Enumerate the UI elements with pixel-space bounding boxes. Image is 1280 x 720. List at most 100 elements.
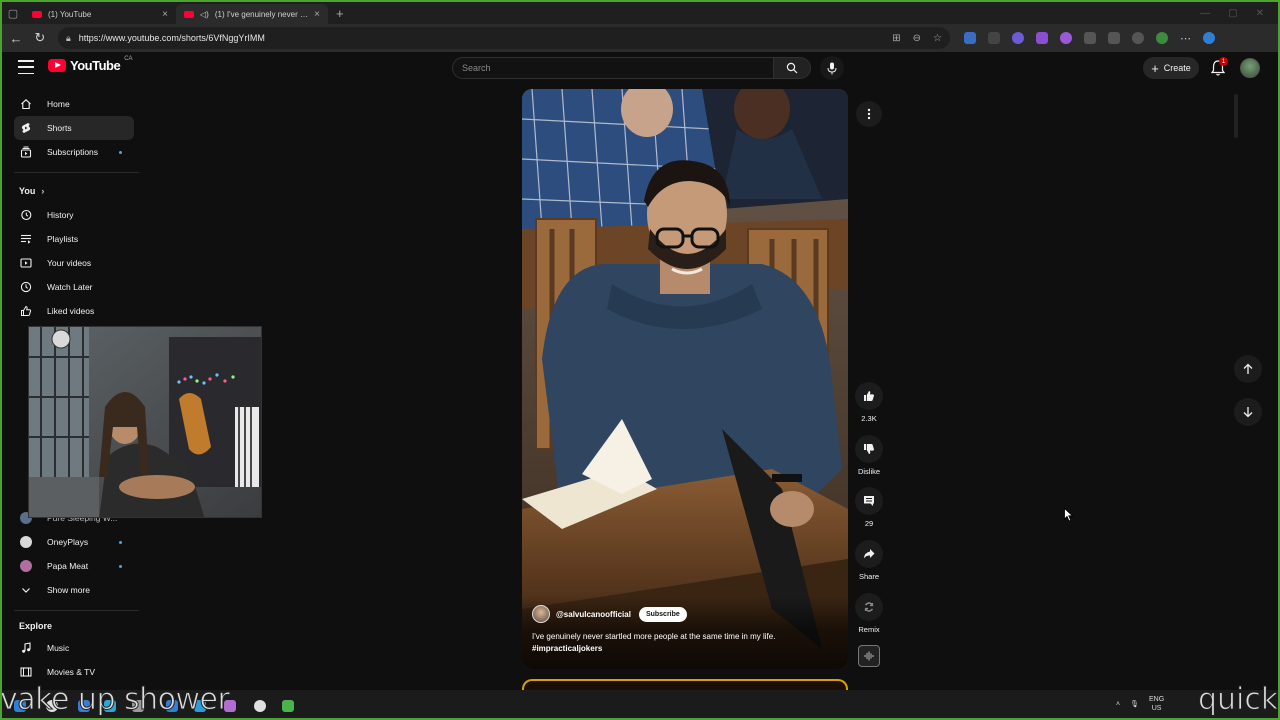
share-button[interactable] [855,540,883,568]
chevron-right-icon: › [41,186,45,196]
history-clock-icon[interactable] [1132,32,1144,44]
webcam-overlay [28,326,262,518]
minimize-icon[interactable]: — [1200,8,1210,19]
taskbar-app-icon[interactable] [254,700,266,712]
youtube-logo[interactable]: YouTube CA [48,56,133,73]
channel-avatar[interactable] [532,605,550,623]
sidebar-item-your-videos[interactable]: Your videos [14,251,134,275]
caption-text: I've genuinely never startled more peopl… [532,632,776,641]
youtube-play-icon [48,59,66,72]
sidebar-item-liked-videos[interactable]: Liked videos [14,299,134,323]
like-button[interactable] [855,382,883,410]
show-more-button[interactable]: Show more [14,578,134,602]
tab-title: (1) I've genuinely never startled [214,9,308,19]
close-tab-icon[interactable]: × [162,9,168,20]
more-options-button[interactable] [856,101,882,127]
new-tab-button[interactable]: + [328,6,352,21]
your-videos-icon [20,257,32,269]
speaker-icon[interactable]: ◁) [200,10,209,19]
window-controls: — ▢ ✕ [1200,8,1278,19]
sidebar-item-history[interactable]: History [14,203,134,227]
youtube-favicon-icon [32,10,42,18]
back-button[interactable]: ← [4,26,28,50]
extensions-puzzle-icon[interactable] [1108,32,1120,44]
microphone-tray-icon[interactable]: 🎙︎ [1130,700,1139,708]
favorite-star-icon[interactable]: ☆ [933,33,942,44]
close-window-icon[interactable]: ✕ [1256,8,1264,19]
search-button[interactable] [773,57,811,79]
dislike-button[interactable] [855,435,883,463]
dislike-action: Dislike [855,435,883,476]
original-audio-button[interactable] [858,645,880,667]
hashtag-link[interactable]: #impracticaljokers [532,643,832,655]
taskbar-app-icon[interactable] [282,700,294,712]
profile-icon[interactable] [1156,32,1168,44]
like-action: 2.3K [855,382,883,423]
sidebar-item-movies-tv[interactable]: Movies & TV [14,660,134,684]
extension-icon[interactable] [988,32,1000,44]
next-short-button[interactable] [1234,398,1262,426]
sidebar-item-subscriptions[interactable]: Subscriptions [14,140,134,164]
language-indicator[interactable]: ENG US [1149,695,1164,713]
url-field[interactable]: 🔒︎ https://www.youtube.com/shorts/6VfNgg… [58,27,950,49]
extension-icon[interactable] [1060,32,1072,44]
arrow-down-icon [1243,407,1253,418]
sidebar-item-label: Papa Meat [47,561,89,571]
sidebar-item-music[interactable]: Music [14,636,134,660]
tab-actions-icon[interactable]: ▢ [2,2,24,24]
page-scrollbar[interactable] [1234,94,1238,138]
sidebar-item-label: Music [47,643,70,653]
sidebar-you-heading[interactable]: You › [19,186,44,196]
sidebar-item-label: Show more [47,585,90,595]
browser-tab-youtube[interactable]: (1) YouTube × [24,4,176,24]
previous-short-button[interactable] [1234,355,1262,383]
app-available-icon[interactable]: ⊞ [892,33,900,44]
sidebar-channel-papa-meat[interactable]: Papa Meat [14,554,134,578]
youtube-header: YouTube CA Search + Create 1 [2,52,1278,84]
search-input[interactable]: Search [452,57,774,79]
music-icon [20,642,32,654]
extension-icon[interactable] [964,32,976,44]
voice-search-button[interactable] [820,56,844,80]
sidebar-item-home[interactable]: Home [14,92,134,116]
extension-icon[interactable] [1036,32,1048,44]
guide-menu-icon[interactable] [18,60,34,74]
browser-tab-bar: ▢ (1) YouTube × ◁) (1) I've genuinely ne… [2,2,1278,24]
site-info-icon[interactable]: 🔒︎ [66,33,71,44]
comments-button[interactable] [855,487,883,515]
system-tray: ˄ 🎙︎ ENG US [1116,695,1164,713]
comments-action: 29 [855,487,883,528]
account-avatar[interactable] [1240,58,1260,78]
browser-tab-short[interactable]: ◁) (1) I've genuinely never startled × [176,4,328,24]
zoom-icon[interactable]: ⊖ [913,33,921,44]
refresh-button[interactable]: ↻ [28,26,52,50]
screen-frame: ▢ (1) YouTube × ◁) (1) I've genuinely ne… [0,0,1280,720]
subscribe-button[interactable]: Subscribe [638,606,687,622]
chevron-up-icon[interactable]: ˄ [1116,701,1120,708]
short-caption: I've genuinely never startled more peopl… [532,631,832,655]
you-heading-label: You [19,186,36,196]
channel-avatar [20,536,32,548]
mouse-cursor-icon [1064,508,1074,522]
sidebar-item-watch-later[interactable]: Watch Later [14,275,134,299]
browser-menu-icon[interactable]: ⋯ [1180,32,1191,45]
notification-badge: 1 [1219,57,1228,66]
create-button[interactable]: + Create [1143,57,1199,79]
video-frame-image [522,89,848,669]
copilot-icon[interactable] [1203,32,1215,44]
sidebar-channel-oneyplays[interactable]: OneyPlays [14,530,134,554]
close-tab-icon[interactable]: × [314,9,320,20]
sidebar-item-label: Movies & TV [47,667,96,677]
channel-row: @salvulcanoofficial Subscribe [532,605,687,623]
sidebar-item-shorts[interactable]: Shorts [14,116,134,140]
channel-handle[interactable]: @salvulcanoofficial [556,610,631,619]
maximize-icon[interactable]: ▢ [1228,8,1237,19]
sidebar-item-playlists[interactable]: Playlists [14,227,134,251]
extension-icon[interactable] [1012,32,1024,44]
thumbs-down-icon [864,444,874,454]
sidebar-explore-heading: Explore [19,621,52,631]
share-arrow-icon [863,549,875,559]
shorts-video-player[interactable]: @salvulcanoofficial Subscribe I've genui… [522,89,848,669]
remix-button[interactable] [855,593,883,621]
extension-icon[interactable] [1084,32,1096,44]
